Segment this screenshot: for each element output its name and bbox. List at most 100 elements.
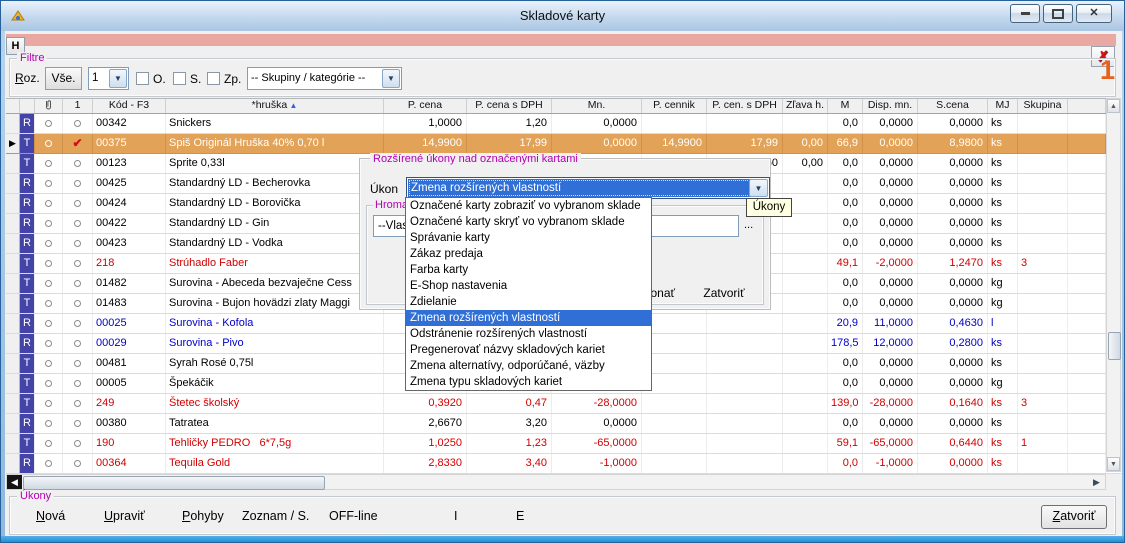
table-row[interactable]: ▶T✔00375Spiš Originál Hruška 40% 0,70 l1… (6, 134, 1121, 154)
scroll-up-icon[interactable]: ▲ (1107, 99, 1120, 113)
scroll-left-icon[interactable]: ◀ (7, 475, 22, 489)
column-header-kod[interactable]: Kód - F3 (93, 99, 166, 113)
cell-mn: 0,0000 (552, 414, 642, 433)
cell-sc: 0,0000 (918, 374, 988, 393)
column-header-m[interactable]: M (828, 99, 863, 113)
cell-t: R (20, 414, 35, 433)
app-window: Skladové karty ✕ H ✗ Filtre Roz. Vše. 1 … (0, 0, 1125, 543)
pohyby-button[interactable]: Pohyby (182, 509, 224, 523)
cell-t: T (20, 294, 35, 313)
cell-sc: 0,0000 (918, 114, 988, 133)
table-row[interactable]: R00380Tatratea2,66703,200,00000,00,00000… (6, 414, 1121, 434)
cell-m: 20,9 (828, 314, 863, 333)
dropdown-item[interactable]: Označené karty skryť vo vybranom sklade (406, 214, 651, 230)
nova-button[interactable]: Nová (36, 509, 65, 523)
record-dot-icon (74, 200, 81, 207)
horizontal-scroll-thumb[interactable] (23, 476, 325, 490)
checkbox-s[interactable] (173, 72, 186, 85)
ukon-combobox-value: Zmena rozšírených vlastností (408, 179, 751, 197)
chevron-down-icon[interactable]: ▼ (749, 179, 768, 197)
i-button[interactable]: I (454, 509, 457, 523)
zatvorit-button[interactable]: Zatvoriť (1041, 505, 1107, 529)
upravit-button[interactable]: Upraviť (104, 509, 145, 523)
cell-pcd: 0,47 (467, 394, 552, 413)
cell-sc: 0,2800 (918, 334, 988, 353)
vertical-scroll-thumb[interactable] (1108, 332, 1121, 360)
column-header-sc[interactable]: S.cena (918, 99, 988, 113)
close-icon: ✕ (1077, 5, 1111, 22)
column-header-one[interactable]: 1 (63, 99, 93, 113)
cell-m: 0,0 (828, 414, 863, 433)
checkbox-o[interactable] (136, 72, 149, 85)
column-header-cen[interactable]: P. cennik (642, 99, 707, 113)
close-button[interactable]: ✕ (1076, 4, 1112, 23)
dropdown-item[interactable]: Zmena rozšírených vlastností (406, 310, 651, 326)
cell-kod: 00005 (93, 374, 166, 393)
column-header-cend[interactable]: P. cen. s DPH (707, 99, 783, 113)
cell-t: R (20, 174, 35, 193)
app-icon (10, 8, 26, 24)
column-header-zl[interactable]: Zľava h. (783, 99, 828, 113)
cell-t: R (20, 314, 35, 333)
dropdown-item[interactable]: Zmena alternatívy, odporúčané, väzby (406, 358, 651, 374)
column-header-clip[interactable] (35, 99, 63, 113)
scroll-right-icon[interactable]: ▶ (1089, 475, 1104, 489)
horizontal-scrollbar[interactable]: ◀ ▶ (6, 474, 1106, 490)
chevron-down-icon[interactable]: ▼ (109, 69, 127, 88)
e-button[interactable]: E (516, 509, 524, 523)
cell-kod: 01482 (93, 274, 166, 293)
cell-pc: 2,8330 (384, 454, 467, 473)
vse-button[interactable]: Vše. (45, 67, 82, 90)
minimize-button[interactable] (1010, 4, 1040, 23)
cell-name: Špekáčik (166, 374, 384, 393)
dropdown-item[interactable]: Farba karty (406, 262, 651, 278)
column-header-pcd[interactable]: P. cena s DPH (467, 99, 552, 113)
table-row[interactable]: R00364Tequila Gold2,83303,40-1,00000,0-1… (6, 454, 1121, 474)
cell-sk (1018, 314, 1068, 333)
cell-sk (1018, 174, 1068, 193)
dialog-zatvorit-button[interactable]: Zatvoriť (692, 285, 756, 302)
groups-select[interactable]: -- Skupiny / kategórie -- ▼ (247, 67, 402, 90)
dropdown-item[interactable]: Zmena typu skladových kariet (406, 374, 651, 390)
dropdown-item[interactable]: Označené karty zobraziť vo vybranom skla… (406, 198, 651, 214)
cell-m: 0,0 (828, 454, 863, 473)
dropdown-item[interactable]: Správanie karty (406, 230, 651, 246)
column-header-sk[interactable]: Skupina (1018, 99, 1068, 113)
checkbox-zp[interactable] (207, 72, 220, 85)
scroll-down-icon[interactable]: ▼ (1107, 457, 1120, 471)
column-header-mj[interactable]: MJ (988, 99, 1018, 113)
table-row[interactable]: T249Štetec školský0,39200,47-28,0000139,… (6, 394, 1121, 414)
chevron-down-icon[interactable]: ▼ (382, 69, 400, 88)
cell-mj: kg (988, 294, 1018, 313)
dropdown-item[interactable]: Odstránenie rozšírených vlastností (406, 326, 651, 342)
dropdown-item[interactable]: E-Shop nastavenia (406, 278, 651, 294)
cell-t: T (20, 134, 35, 153)
cell-mj: ks (988, 254, 1018, 273)
cell-cend (707, 394, 783, 413)
vertical-scrollbar[interactable]: ▲ ▼ (1106, 98, 1121, 472)
dropdown-item[interactable]: Zdielanie (406, 294, 651, 310)
dropdown-item[interactable]: Zákaz predaja (406, 246, 651, 262)
column-header-pc[interactable]: P. cena (384, 99, 467, 113)
cell-clip (35, 394, 63, 413)
count-select[interactable]: 1 ▼ (88, 67, 129, 90)
maximize-button[interactable] (1043, 4, 1073, 23)
column-header-disp[interactable]: Disp. mn. (863, 99, 918, 113)
dropdown-item[interactable]: Pregenerovať názvy skladových kariet (406, 342, 651, 358)
column-header-name[interactable]: *hruška ▲ (166, 99, 384, 113)
cell-sc: 0,6440 (918, 434, 988, 453)
table-row[interactable]: R00342Snickers1,00001,200,00000,00,00000… (6, 114, 1121, 134)
ukony-tooltip: Úkony (746, 198, 792, 217)
cell-cend: 17,99 (707, 134, 783, 153)
ukon-combobox[interactable]: Zmena rozšírených vlastností ▼ (406, 177, 770, 199)
title-bar[interactable]: Skladové karty (1, 1, 1124, 31)
roz-label[interactable]: Roz. (15, 71, 40, 85)
cell-name: Standardný LD - Becherovka (166, 174, 384, 193)
table-row[interactable]: T190Tehličky PEDRO 6*7,5g1,02501,23-65,0… (6, 434, 1121, 454)
zoznam-button[interactable]: Zoznam / S. (242, 509, 309, 523)
offline-button[interactable]: OFF-line (329, 509, 378, 523)
browse-button[interactable]: ... (744, 219, 753, 231)
cell-disp: 0,0000 (863, 274, 918, 293)
cell-one (63, 414, 93, 433)
column-header-mn[interactable]: Mn. (552, 99, 642, 113)
